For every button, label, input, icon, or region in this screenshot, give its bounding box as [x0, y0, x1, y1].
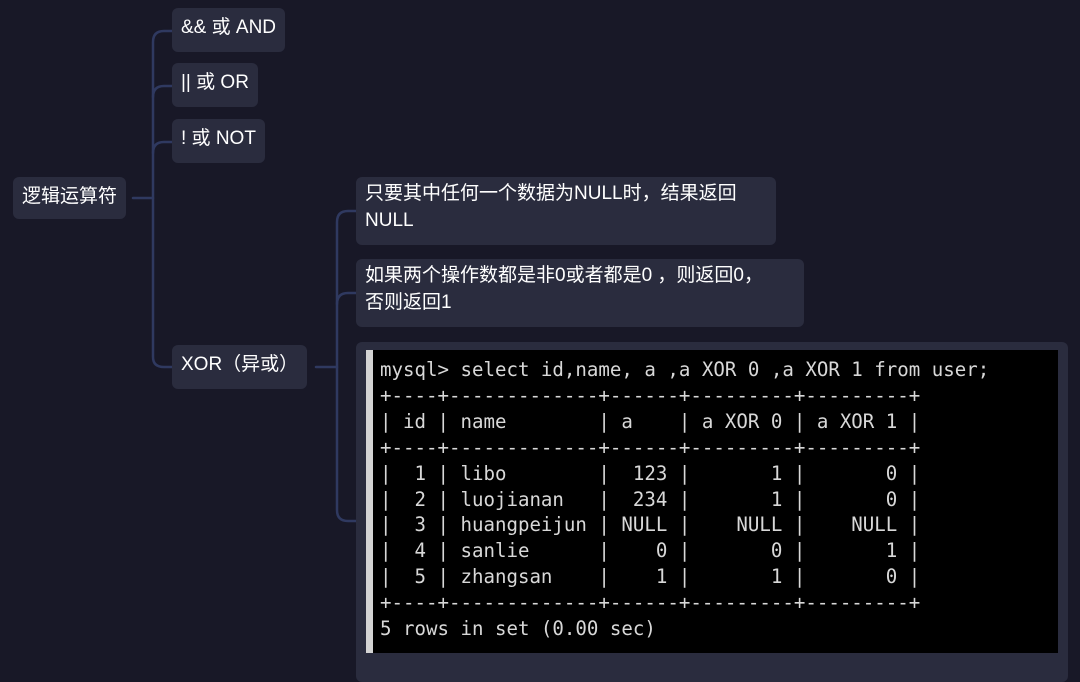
connector-trunk-xor	[335, 209, 358, 523]
xor-note-null-line2: NULL	[365, 210, 414, 231]
branch-not[interactable]: ! 或 NOT	[172, 119, 265, 163]
table-border: +----+-------------+------+---------+---…	[380, 435, 921, 459]
table-row: | 3 | huangpeijun | NULL | NULL | NULL |	[380, 513, 921, 537]
branch-and-label: && 或 AND	[181, 17, 277, 38]
branch-xor-label: XOR（异或）	[181, 354, 299, 375]
xor-note-null-line1: 只要其中任何一个数据为NULL时，结果返回	[365, 183, 737, 204]
xor-note-rule-line1: 如果两个操作数都是非0或者都是0 ，则返回0，	[365, 265, 763, 286]
branch-and[interactable]: && 或 AND	[172, 8, 286, 52]
table-row: | 5 | zhangsan | 1 | 1 | 0 |	[380, 565, 921, 589]
table-row: | 2 | luojianan | 234 | 1 | 0 |	[380, 487, 921, 511]
xor-note-rule-line2: 否则返回1	[365, 292, 452, 313]
result-summary: 5 rows in set (0.00 sec)	[380, 617, 656, 641]
terminal-screenshot: mysql> select id,name, a ,a XOR 0 ,a XOR…	[366, 350, 1058, 653]
branch-not-label: ! 或 NOT	[181, 128, 256, 149]
root-label: 逻辑运算符	[22, 186, 118, 207]
table-border: +----+-------------+------+---------+---…	[380, 591, 921, 615]
connector-or	[151, 84, 174, 99]
root-node[interactable]: 逻辑运算符	[13, 177, 127, 219]
table-border: +----+-------------+------+---------+---…	[380, 383, 921, 407]
table-header: | id | name | a | a XOR 0 | a XOR 1 |	[380, 409, 921, 433]
branch-or[interactable]: || 或 OR	[172, 63, 258, 107]
table-row: | 1 | libo | 123 | 1 | 0 |	[380, 461, 921, 485]
connector-trunk-main	[151, 29, 174, 369]
xor-note-null[interactable]: 只要其中任何一个数据为NULL时，结果返回 NULL	[356, 177, 776, 245]
xor-note-rule[interactable]: 如果两个操作数都是非0或者都是0 ，则返回0， 否则返回1	[356, 259, 804, 327]
terminal-command: mysql> select id,name, a ,a XOR 0 ,a XOR…	[380, 358, 990, 381]
branch-xor[interactable]: XOR（异或）	[172, 345, 308, 389]
table-row: | 4 | sanlie | 0 | 0 | 1 |	[380, 539, 921, 563]
connector-not	[151, 140, 174, 155]
connector-note-2	[335, 291, 358, 306]
branch-or-label: || 或 OR	[181, 72, 249, 93]
